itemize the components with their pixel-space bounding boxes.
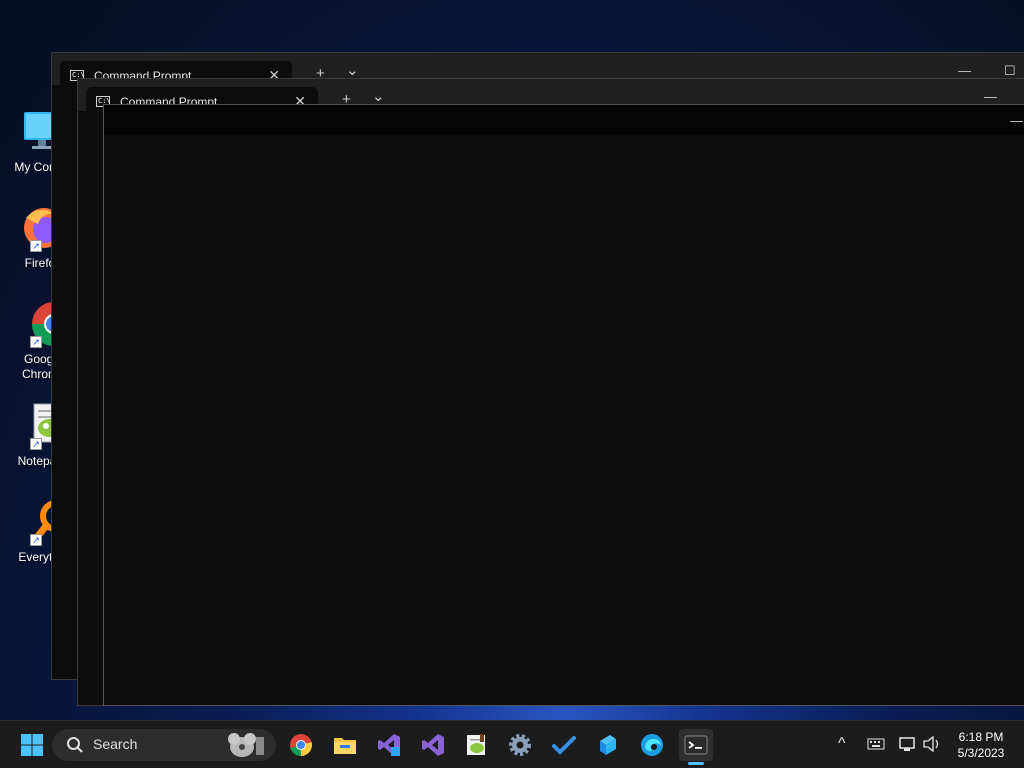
search-icon bbox=[66, 736, 84, 757]
taskbar-edge[interactable] bbox=[635, 729, 669, 761]
chrome-icon bbox=[289, 733, 313, 757]
edge-icon bbox=[640, 733, 664, 757]
system-clock[interactable]: 6:18 PM 5/3/2023 bbox=[946, 729, 1016, 761]
tab-dropdown-button[interactable]: ⌄ bbox=[346, 61, 359, 79]
keyboard-icon[interactable] bbox=[867, 737, 885, 754]
taskbar-visual-studio[interactable] bbox=[416, 729, 450, 761]
shortcut-arrow-icon: ↗ bbox=[30, 438, 42, 450]
terminal-content[interactable] bbox=[104, 135, 1024, 705]
taskbar-settings[interactable] bbox=[503, 729, 537, 761]
start-icon bbox=[20, 733, 44, 757]
terminal-window-3[interactable]: — bbox=[103, 104, 1024, 706]
search-highlight-icon bbox=[222, 731, 268, 762]
mouse-cursor bbox=[827, 762, 835, 768]
taskbar-search-box[interactable]: Search bbox=[52, 729, 276, 761]
taskbar-todo[interactable] bbox=[547, 729, 581, 761]
start-button[interactable] bbox=[15, 729, 49, 761]
window-titlebar[interactable]: — bbox=[104, 105, 1024, 135]
minimize-button[interactable]: — bbox=[1010, 113, 1023, 128]
file-explorer-icon bbox=[333, 733, 357, 757]
taskbar: Search ^ 6:18 PM 5/3/2023 bbox=[0, 720, 1024, 768]
taskbar-notepad-plus-plus[interactable] bbox=[459, 729, 493, 761]
visual-studio-preview-icon bbox=[377, 733, 401, 757]
visual-studio-icon bbox=[421, 733, 445, 757]
volume-icon[interactable] bbox=[922, 735, 942, 756]
taskbar-chrome[interactable] bbox=[284, 729, 318, 761]
shortcut-arrow-icon: ↗ bbox=[30, 336, 42, 348]
clock-date: 5/3/2023 bbox=[957, 746, 1005, 760]
taskbar-azure-data-studio[interactable] bbox=[591, 729, 625, 761]
minimize-button[interactable]: — bbox=[984, 89, 997, 104]
tab-dropdown-button[interactable]: ⌄ bbox=[372, 87, 385, 105]
shortcut-arrow-icon: ↗ bbox=[30, 534, 42, 546]
show-hidden-icons-button[interactable]: ^ bbox=[838, 735, 846, 753]
taskbar-terminal[interactable] bbox=[679, 729, 713, 765]
minimize-button[interactable]: — bbox=[958, 63, 971, 78]
search-placeholder: Search bbox=[93, 736, 138, 752]
running-indicator bbox=[688, 762, 704, 765]
network-icon[interactable] bbox=[898, 735, 916, 756]
maximize-button[interactable]: ☐ bbox=[1004, 63, 1016, 79]
settings-icon bbox=[508, 733, 532, 757]
taskbar-visual-studio-preview[interactable] bbox=[372, 729, 406, 761]
terminal-icon bbox=[684, 733, 708, 757]
taskbar-file-explorer[interactable] bbox=[328, 729, 362, 761]
azure-data-studio-icon bbox=[596, 733, 620, 757]
todo-icon bbox=[552, 733, 576, 757]
notepad-plus-plus-icon bbox=[464, 733, 488, 757]
shortcut-arrow-icon: ↗ bbox=[30, 240, 42, 252]
clock-time: 6:18 PM bbox=[958, 730, 1004, 744]
